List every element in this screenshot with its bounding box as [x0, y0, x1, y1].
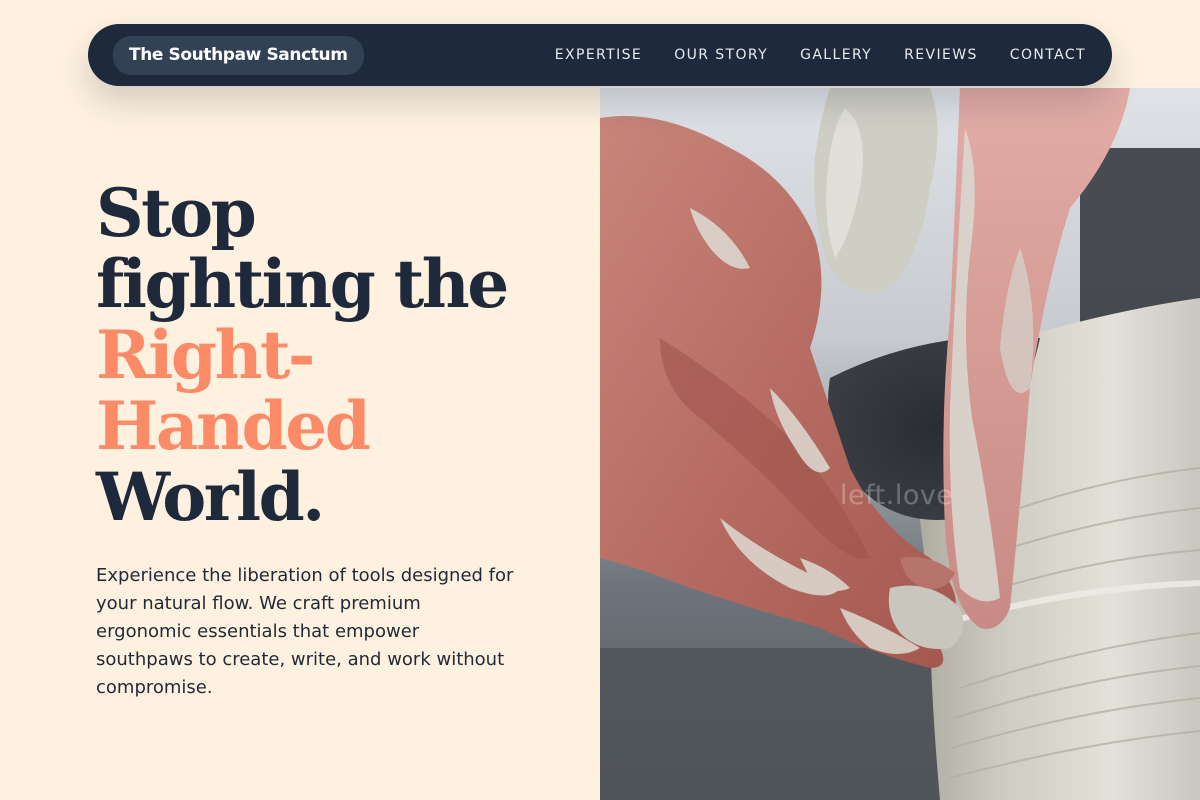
nav-link-gallery[interactable]: GALLERY [800, 47, 872, 63]
nav-links: EXPERTISE OUR STORY GALLERY REVIEWS CONT… [555, 46, 1086, 64]
headline-line-3: World. [96, 458, 325, 536]
headline-accent-line-1: Right- [96, 316, 315, 394]
page: left.love The Southpaw Sanctum EXPERTISE… [0, 0, 1200, 800]
nav-link-reviews[interactable]: REVIEWS [904, 47, 978, 63]
headline-accent-line-2: Handed [96, 387, 371, 465]
hero-headline: Stop fighting the Right- Handed World. [96, 178, 566, 533]
top-navbar: The Southpaw Sanctum EXPERTISE OUR STORY… [88, 24, 1112, 86]
nav-item-contact: CONTACT [1010, 46, 1086, 64]
nav-item-gallery: GALLERY [800, 46, 872, 64]
pottery-hands-illustration [600, 88, 1200, 800]
nav-item-our-story: OUR STORY [674, 46, 768, 64]
headline-line-1: Stop [96, 174, 257, 252]
nav-link-expertise[interactable]: EXPERTISE [555, 47, 642, 63]
brand-logo-link[interactable]: The Southpaw Sanctum [113, 35, 364, 75]
hero-image: left.love [600, 88, 1200, 800]
nav-item-reviews: REVIEWS [904, 46, 978, 64]
image-watermark: left.love [840, 480, 954, 511]
nav-item-expertise: EXPERTISE [555, 46, 642, 64]
headline-line-2: fighting the [96, 245, 509, 323]
nav-link-contact[interactable]: CONTACT [1010, 47, 1086, 63]
nav-link-our-story[interactable]: OUR STORY [674, 47, 768, 63]
hero-intro-text: Experience the liberation of tools desig… [96, 565, 514, 698]
